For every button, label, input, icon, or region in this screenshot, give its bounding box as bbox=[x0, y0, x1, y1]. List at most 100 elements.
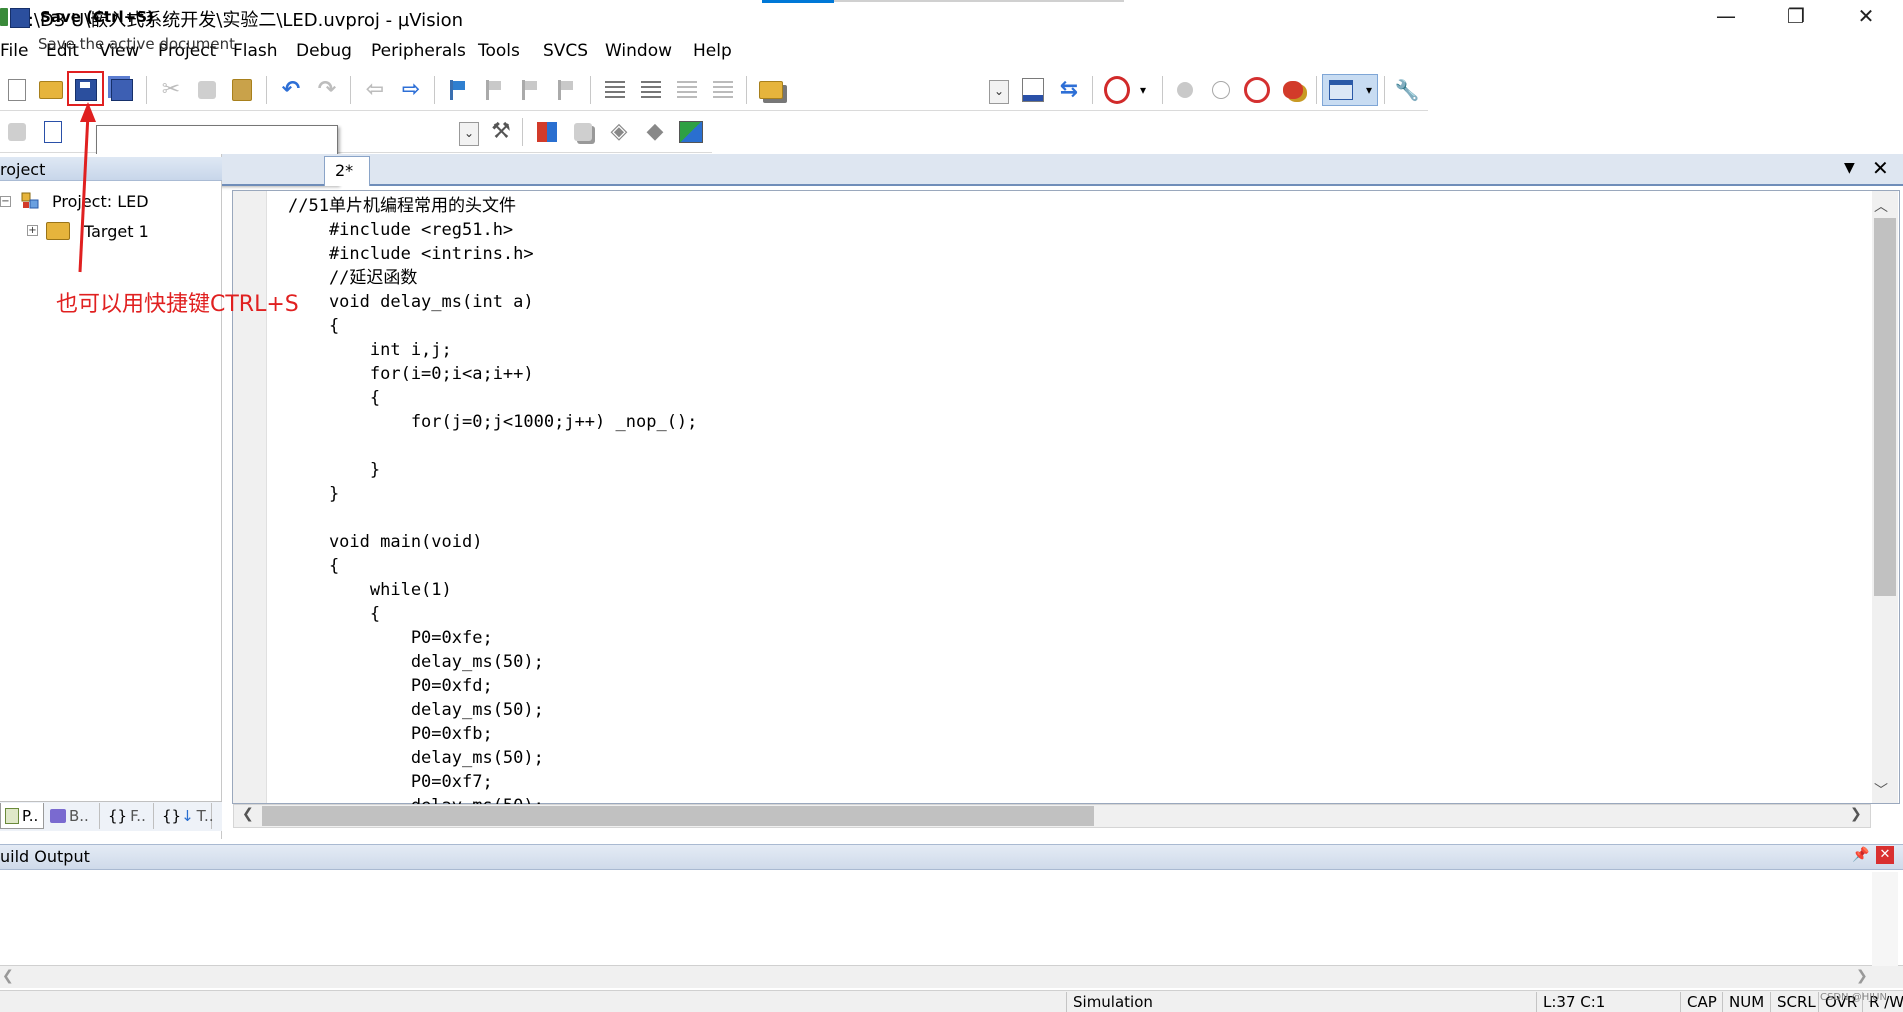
next-bookmark-icon[interactable] bbox=[518, 77, 544, 103]
editor-horizontal-scroll-thumb[interactable] bbox=[262, 806, 1094, 826]
manage-rte-icon[interactable]: ◈ bbox=[606, 119, 632, 145]
build-output-vertical-scrollbar[interactable] bbox=[1872, 872, 1898, 966]
unindent-icon[interactable] bbox=[638, 77, 664, 103]
menu-help[interactable]: Help bbox=[693, 41, 732, 61]
build-output-close-icon[interactable]: ✕ bbox=[1876, 846, 1894, 864]
window-layout-icon bbox=[1328, 77, 1354, 103]
close-window-button[interactable]: ✕ bbox=[1836, 0, 1896, 34]
select-packs-icon[interactable] bbox=[570, 119, 596, 145]
project-root-icon bbox=[21, 192, 39, 209]
toolbar-separator bbox=[1092, 76, 1093, 104]
scroll-up-arrow-icon[interactable]: ︿ bbox=[1874, 196, 1888, 216]
comment-icon[interactable] bbox=[674, 77, 700, 103]
navigate-forward-icon[interactable]: ⇨ bbox=[398, 77, 424, 103]
menu-file[interactable]: File bbox=[0, 41, 28, 61]
toolbar-separator bbox=[434, 76, 435, 104]
menu-tools[interactable]: Tools bbox=[478, 41, 520, 61]
minimize-button[interactable]: — bbox=[1696, 0, 1756, 34]
indent-icon[interactable] bbox=[602, 77, 628, 103]
toolbar-separator bbox=[746, 76, 747, 104]
target-options-icon[interactable]: ⚒ bbox=[488, 119, 514, 145]
editor-tab-strip bbox=[222, 154, 1903, 186]
configure-wrench-icon[interactable]: 🔧 bbox=[1394, 77, 1420, 103]
status-scrl: SCRL bbox=[1770, 992, 1818, 1012]
undo-icon[interactable]: ↶ bbox=[278, 77, 304, 103]
bookmark-icon[interactable] bbox=[446, 77, 472, 103]
menu-bar bbox=[0, 34, 1903, 68]
editor-tabs-dropdown-icon[interactable]: ▼ bbox=[1844, 160, 1855, 176]
find-icon[interactable] bbox=[1020, 77, 1046, 103]
kill-breakpoints-icon[interactable] bbox=[1280, 77, 1306, 103]
uncomment-icon[interactable] bbox=[710, 77, 736, 103]
menu-flash[interactable]: Flash bbox=[233, 41, 278, 61]
find-combo-dropdown-icon[interactable]: ⌄ bbox=[986, 79, 1012, 105]
tooltip-title: Save (Ctrl+S) bbox=[40, 8, 154, 26]
annotation-arrow-icon bbox=[78, 102, 96, 273]
disable-breakpoints-icon[interactable] bbox=[1244, 77, 1270, 103]
project-panel-title: roject bbox=[0, 160, 46, 179]
paste-icon[interactable] bbox=[229, 77, 255, 103]
target-select-dropdown-icon[interactable]: ⌄ bbox=[456, 121, 482, 147]
build-output-text-area[interactable] bbox=[0, 872, 1903, 966]
toolbar-separator bbox=[1316, 76, 1317, 104]
tab-project[interactable]: P.. bbox=[0, 803, 44, 829]
tree-expand-icon[interactable]: + bbox=[27, 225, 38, 236]
copy-icon[interactable] bbox=[194, 77, 220, 103]
status-num: NUM bbox=[1722, 992, 1770, 1012]
save-all-icon[interactable] bbox=[109, 77, 135, 103]
enable-breakpoint-icon[interactable] bbox=[1208, 77, 1234, 103]
tooltip-description: Save the active document bbox=[38, 35, 236, 53]
restore-button[interactable]: ❐ bbox=[1766, 0, 1826, 34]
incremental-find-icon[interactable]: ⇆ bbox=[1056, 77, 1082, 103]
tab-functions[interactable]: {} F.. bbox=[104, 803, 154, 829]
functions-tab-icon: {} bbox=[108, 807, 128, 825]
layout-dropdown-icon[interactable]: ▾ bbox=[1356, 77, 1382, 103]
tab-functions-label: F.. bbox=[130, 807, 146, 825]
toolbar-separator bbox=[350, 76, 351, 104]
tab-books-label: B.. bbox=[69, 807, 89, 825]
redo-icon[interactable]: ↷ bbox=[314, 77, 340, 103]
build-scroll-left-arrow-icon[interactable]: ❮ bbox=[2, 968, 14, 984]
pack-installer-icon[interactable]: ◆ bbox=[642, 119, 668, 145]
build-scroll-right-arrow-icon[interactable]: ❯ bbox=[1856, 968, 1868, 984]
toolbar-separator bbox=[1162, 76, 1163, 104]
title-accent-line-gray bbox=[834, 0, 1124, 2]
new-file-icon[interactable] bbox=[4, 77, 30, 103]
editor-tab-file[interactable]: 2* bbox=[324, 156, 370, 186]
insert-breakpoint-icon[interactable] bbox=[1172, 77, 1198, 103]
translate-icon[interactable] bbox=[4, 119, 30, 145]
toolbar-separator bbox=[522, 118, 523, 146]
project-tab-icon bbox=[5, 807, 19, 824]
manage-project-icon[interactable] bbox=[534, 119, 560, 145]
code-text[interactable]: //51单片机编程常用的头文件 #include <reg51.h> #incl… bbox=[288, 194, 697, 818]
scroll-left-arrow-icon[interactable]: ❮ bbox=[242, 806, 254, 822]
scroll-down-arrow-icon[interactable]: ﹀ bbox=[1874, 780, 1888, 800]
clear-bookmarks-icon[interactable] bbox=[554, 77, 580, 103]
books-tab-icon bbox=[50, 809, 66, 823]
editor-vertical-scroll-thumb[interactable] bbox=[1874, 218, 1896, 596]
templates-tab-icon: {}↓ bbox=[162, 807, 194, 825]
toolbar-separator bbox=[1384, 76, 1385, 104]
software-packs-icon[interactable] bbox=[678, 119, 704, 145]
debug-session-icon[interactable] bbox=[1104, 76, 1130, 104]
cut-icon[interactable]: ✂ bbox=[158, 77, 184, 103]
menu-peripherals[interactable]: Peripherals bbox=[371, 41, 466, 61]
prev-bookmark-icon[interactable] bbox=[482, 77, 508, 103]
tab-books[interactable]: B.. bbox=[46, 803, 100, 829]
watermark: CSDN @HJUN bbox=[1820, 992, 1887, 1003]
debug-dropdown-icon[interactable]: ▾ bbox=[1130, 77, 1156, 103]
menu-window[interactable]: Window bbox=[605, 41, 672, 61]
scroll-right-arrow-icon[interactable]: ❯ bbox=[1850, 806, 1862, 822]
editor-close-icon[interactable]: ✕ bbox=[1872, 156, 1889, 180]
pin-icon[interactable]: 📌 bbox=[1852, 847, 1869, 863]
editor-gutter bbox=[233, 191, 267, 803]
menu-svcs[interactable]: SVCS bbox=[543, 41, 588, 61]
menu-debug[interactable]: Debug bbox=[296, 41, 352, 61]
tree-collapse-icon[interactable]: − bbox=[0, 196, 11, 207]
build-output-horizontal-scrollbar[interactable] bbox=[0, 966, 1903, 988]
navigate-back-icon[interactable]: ⇦ bbox=[362, 77, 388, 103]
tab-project-label: P.. bbox=[22, 806, 39, 825]
find-in-files-icon[interactable] bbox=[758, 77, 784, 103]
tab-templates[interactable]: {}↓ T.. bbox=[158, 803, 214, 829]
tab-templates-label: T.. bbox=[196, 807, 214, 825]
